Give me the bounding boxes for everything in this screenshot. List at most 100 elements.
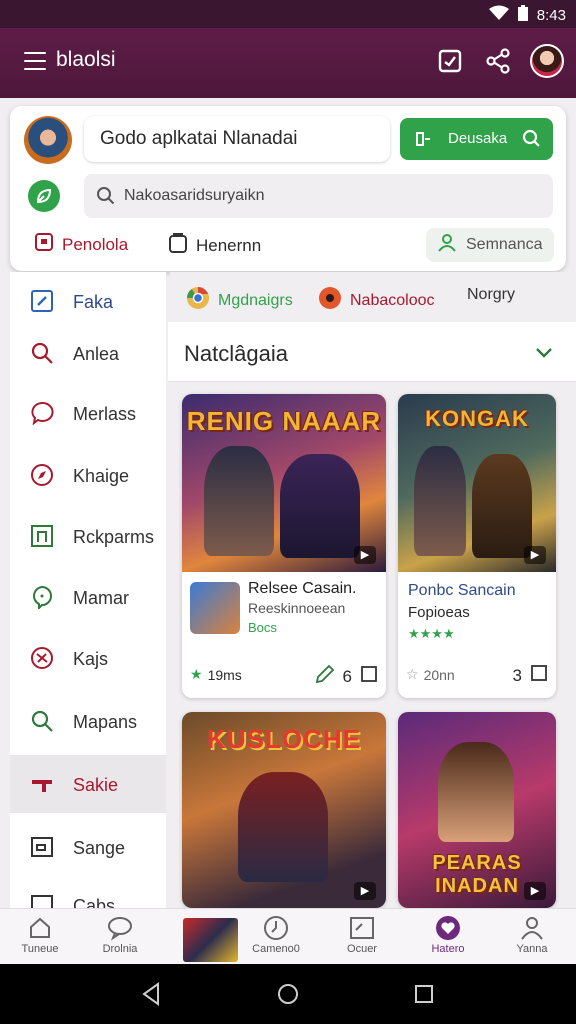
sidebar-item-cabs[interactable]: Cabs [10,876,166,908]
tab-mgdnaigrs[interactable]: Mgdnaigrs [186,286,293,315]
box-icon [34,232,54,257]
sidebar-item-label: Khaige [73,466,130,486]
character-image [204,446,274,556]
game-subtitle: Fopioeas [408,604,470,621]
sidebar-item-kajs[interactable]: Kajs [10,629,166,687]
nav-item-tuneue[interactable]: Tuneue [4,915,76,955]
person-icon [519,915,545,941]
app-bar: blaolsi [0,28,576,98]
count-value: 6 [342,666,352,686]
play-badge-icon: ▶ [354,546,376,564]
character-image [414,446,466,556]
nav-item-cameno[interactable]: Cameno0 [240,915,312,955]
quick-action-2[interactable]: Henernn [168,232,261,259]
play-badge-icon: ▶ [524,882,546,900]
leaf-icon[interactable] [28,180,60,212]
recent-game-thumbnail[interactable] [183,918,238,962]
game-card[interactable]: KUSLOCHE ▶ [182,712,386,908]
quick-action-1[interactable]: Penolola [34,232,128,257]
home-icon [27,915,53,941]
recents-icon[interactable] [414,984,434,1009]
tag-icon[interactable] [315,664,335,689]
sidebar-item-label: Anlea [73,344,120,364]
tab-norgry[interactable]: Norgry [467,286,515,304]
nav-item-hatero[interactable]: Hatero [412,915,484,955]
square-icon [30,524,54,548]
edit-doc-icon[interactable] [437,48,463,74]
share-icon[interactable] [485,48,511,74]
download-button[interactable]: Deusaka [400,118,553,160]
game-card[interactable]: PEARAS INADAN ▶ [398,712,556,908]
clock-icon [263,915,289,941]
section-title: Natclâgaia [184,341,288,366]
sidebar-item-label: Cabs [73,896,116,908]
category-tabs: Mgdnaigrs Nabacolooc Norgry [170,272,576,322]
sidebar-item-khaige[interactable]: Khaige [10,446,166,504]
people-icon [436,233,458,258]
profile-avatar[interactable] [530,44,564,78]
chat-icon [30,401,54,426]
sidebar-item-label: Kajs [73,649,109,669]
game-stars: ★★★★ [408,626,455,641]
game-tag: Bocs [248,620,277,635]
sidebar-item-sakie[interactable]: Sakie [10,755,166,813]
search-icon [30,709,54,733]
character-image [438,742,514,842]
quick-action-label: Henernn [196,235,262,255]
menu-icon[interactable] [24,52,46,70]
sidebar-item-label: Rckparms [73,527,155,547]
game-artwork[interactable]: RENIG NAAAR ▶ [182,394,386,572]
search-icon [521,128,541,152]
system-navigation-bar [0,964,576,1024]
sidebar-item-rckparms[interactable]: Rckparms [10,507,166,565]
square-icon[interactable] [530,664,548,687]
game-card[interactable]: KONGAK ▶ Ponbc Sancain Fopioeas ★★★★ ☆ 2… [398,394,556,698]
compass-icon [30,463,54,487]
game-card[interactable]: RENIG NAAAR ▶ Relsee Casain. Reeskinnoee… [182,394,386,698]
app-title: blaolsi [56,48,116,71]
game-art-title: KONGAK [425,406,529,431]
app-name-field[interactable]: Godo aplkatai Nlanadai [84,116,390,162]
edit-icon [30,289,54,313]
home-button-icon[interactable] [277,983,299,1010]
game-actions: 3 [513,664,548,687]
game-art-title: KUSLOCHE [207,724,361,754]
search-icon [96,186,116,211]
sidebar-item-label: Sakie [73,775,119,795]
sidebar-item-mamar[interactable]: Mamar [10,568,166,626]
download-label: Deusaka [448,130,508,147]
nav-item-drolnia[interactable]: Drolnia [84,915,156,955]
sidebar-item-anlea[interactable]: Anlea [10,324,166,382]
tab-label: Norgry [467,286,516,303]
star-icon: ★ [190,666,203,682]
search-icon [30,341,54,365]
game-info: Ponbc Sancain Fopioeas ★★★★ ☆ 20nn 3 [398,572,556,698]
sidebar-item-mapans[interactable]: Mapans [10,692,166,750]
back-icon[interactable] [140,982,162,1011]
tag-icon [30,646,54,670]
quick-action-label: Penolola [62,234,129,254]
app-avatar[interactable] [24,116,72,164]
quick-action-3[interactable]: Semnanca [426,228,554,262]
dot-icon [318,286,342,315]
game-artwork[interactable]: KUSLOCHE ▶ [182,712,386,908]
game-artwork[interactable]: KONGAK ▶ [398,394,556,572]
sidebar-item-faka[interactable]: Faka [10,272,166,330]
nav-item-ocuer[interactable]: Ocuer [326,915,398,955]
tab-nabacolooc[interactable]: Nabacolooc [318,286,435,315]
section-header[interactable]: Natclâgaia [168,322,576,382]
nav-item-yanna[interactable]: Yanna [496,915,568,955]
app-header-card: Godo aplkatai Nlanadai Deusaka Nakoasari… [10,106,566,271]
character-image [472,454,532,558]
count-value: 3 [512,665,522,685]
square-icon[interactable] [360,665,378,688]
chevron-down-icon[interactable] [534,342,554,367]
game-artwork[interactable]: PEARAS INADAN ▶ [398,712,556,908]
play-badge-icon: ▶ [354,882,376,900]
game-name: Relsee Casain. [248,580,357,597]
search-bar[interactable]: Nakoasaridsuryaikn [84,174,553,218]
sidebar-item-sange[interactable]: Sange [10,818,166,876]
bottom-navigation: Tuneue Drolnia Cameno0 Ocuer Hatero Yann… [0,908,576,964]
sidebar: Faka Anlea Merlass Khaige Rckparms Mamar… [10,272,166,908]
sidebar-item-merlass[interactable]: Merlass [10,384,166,442]
